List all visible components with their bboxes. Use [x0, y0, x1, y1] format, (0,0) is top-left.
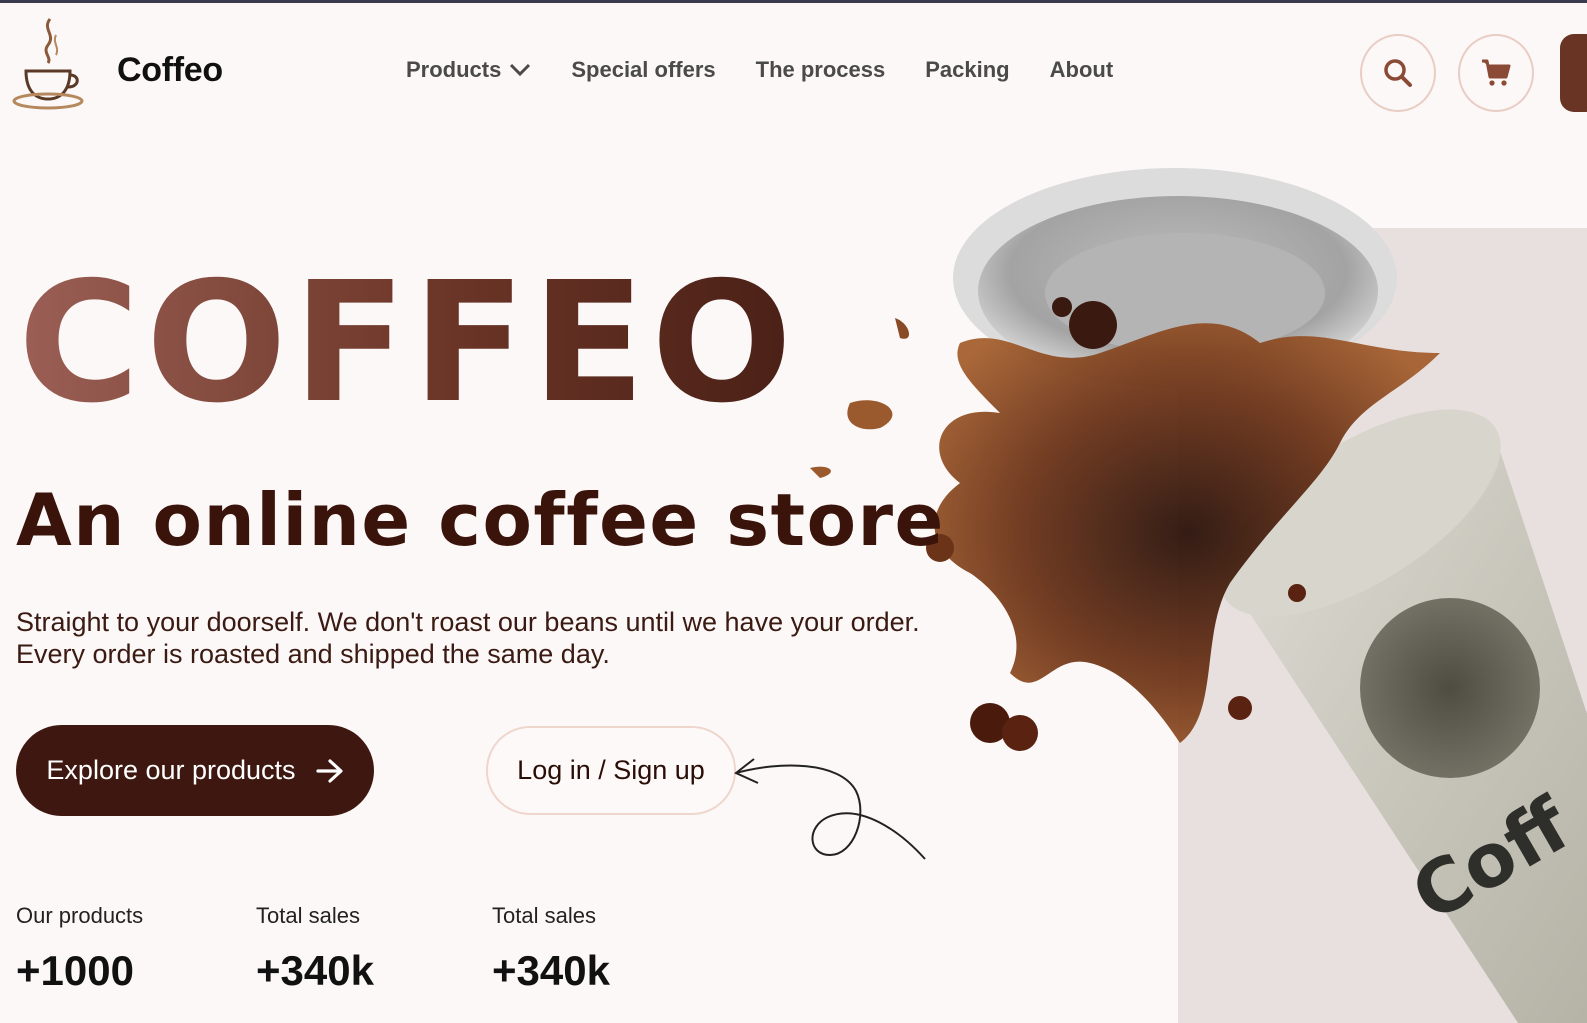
explore-products-button[interactable]: Explore our products	[16, 725, 374, 816]
stat-value: +340k	[256, 947, 374, 994]
hero-description: Straight to your doorself. We don't roas…	[16, 606, 976, 670]
nav-products[interactable]: Products	[406, 57, 531, 83]
stat-label: Total sales	[256, 903, 360, 928]
login-signup-button[interactable]: Log in / Sign up	[486, 726, 736, 815]
coffee-cup-logo-icon[interactable]	[12, 15, 90, 111]
curly-arrow-icon	[734, 758, 926, 860]
nav-packing[interactable]: Packing	[925, 57, 1009, 83]
stat-our-products: Our products +1000	[16, 903, 143, 995]
stat-value: +1000	[16, 947, 134, 994]
stat-total-sales: Total sales +340k	[256, 903, 374, 995]
nav-special-offers[interactable]: Special offers	[571, 57, 715, 83]
site-header: Coffeo Products Special offers The proce…	[0, 3, 1587, 143]
stat-label: Total sales	[492, 903, 596, 928]
search-button[interactable]	[1360, 34, 1436, 112]
stat-total-sales-2: Total sales +340k	[492, 903, 610, 995]
chevron-down-icon	[510, 63, 531, 77]
stat-value: +340k	[492, 947, 610, 994]
search-icon	[1384, 59, 1412, 87]
hero-description-line-2: Every order is roasted and shipped the s…	[16, 639, 610, 669]
account-button[interactable]	[1560, 34, 1587, 112]
nav-products-label: Products	[406, 57, 502, 82]
brand-name[interactable]: Coffeo	[117, 51, 223, 90]
arrow-right-icon	[315, 758, 343, 783]
hero-description-line-1: Straight to your doorself. We don't roas…	[16, 607, 920, 637]
main-nav: Products Special offers The process Pack…	[406, 57, 1153, 83]
nav-about[interactable]: About	[1050, 57, 1114, 83]
cup-label-text: Coff	[1398, 781, 1585, 939]
cart-icon	[1482, 59, 1511, 86]
cart-button[interactable]	[1458, 34, 1534, 112]
coffee-cup-splash-image: Coff	[810, 168, 1587, 1023]
hero-title: COFFEO	[18, 247, 799, 440]
explore-products-label: Explore our products	[46, 755, 296, 785]
nav-the-process[interactable]: The process	[756, 57, 886, 83]
stat-label: Our products	[16, 903, 144, 928]
hero-subtitle: An online coffee store	[16, 478, 945, 562]
